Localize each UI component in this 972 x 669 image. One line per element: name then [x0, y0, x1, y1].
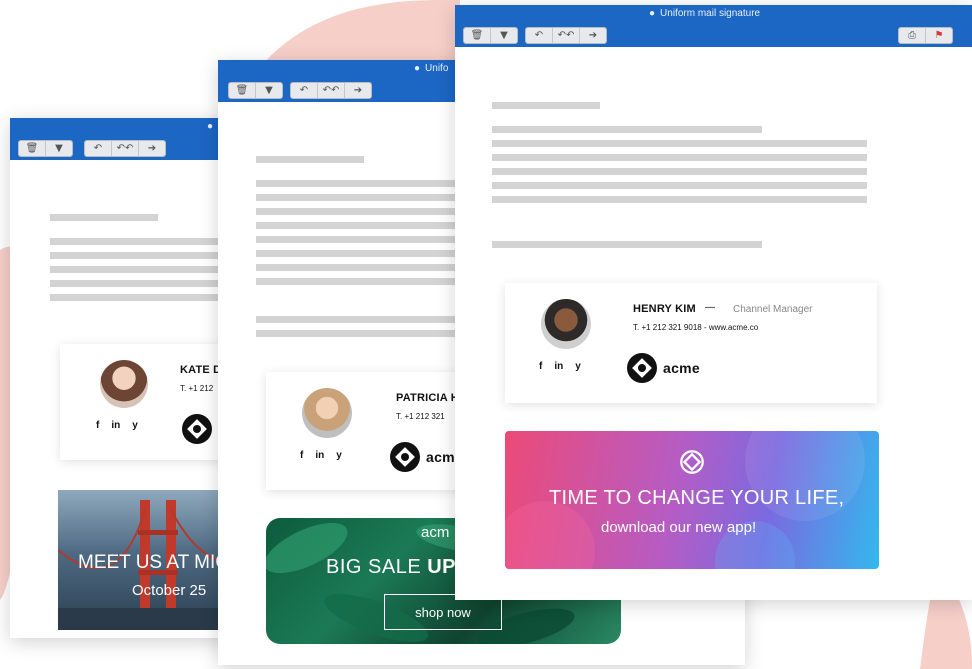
reply-icon[interactable]: ↶ — [291, 83, 318, 98]
window-title: ● Uniform mail signature — [649, 8, 761, 19]
text-placeholder-line — [492, 168, 867, 175]
banner-headline: TIME TO CHANGE YOUR LIFE, — [549, 487, 845, 509]
text-placeholder-line — [256, 180, 456, 187]
signature-name: KATE D — [180, 364, 222, 376]
linkedin-icon[interactable]: in — [111, 420, 120, 431]
acme-logo-icon — [627, 353, 657, 383]
linkedin-icon[interactable]: in — [554, 361, 563, 372]
lock-icon: ● — [649, 8, 656, 19]
social-links: f in y — [96, 420, 138, 431]
text-placeholder-line — [492, 196, 867, 203]
twitter-icon[interactable]: y — [132, 420, 138, 431]
text-placeholder-line — [492, 241, 762, 248]
avatar — [302, 388, 352, 438]
text-placeholder-line — [256, 278, 456, 285]
signature-name: PATRICIA H — [396, 392, 459, 404]
text-placeholder-line — [50, 214, 158, 221]
acme-logo-icon — [182, 414, 212, 444]
signature-phone: T. +1 212 321 9018 - www.acme.co — [633, 323, 759, 332]
email-signature: HENRY KIM — Channel Manager T. +1 212 32… — [505, 283, 877, 403]
toolbar-group-right: ⎙ ⚑ — [898, 27, 953, 44]
text-placeholder-line — [256, 194, 456, 201]
text-placeholder-line — [256, 316, 456, 323]
company-logo — [180, 412, 214, 446]
text-placeholder-line — [256, 264, 456, 271]
thumbs-down-icon[interactable]: ▼ — [46, 141, 72, 156]
banner-subline: October 25 — [132, 582, 207, 599]
toolbar-group-delete: 🗑 ▼ — [18, 140, 73, 157]
facebook-icon[interactable]: f — [300, 450, 303, 461]
lock-icon: ● — [207, 121, 214, 132]
text-placeholder-line — [256, 250, 456, 257]
window-title: ● Unifo — [414, 63, 449, 74]
forward-icon[interactable]: ➔ — [139, 141, 165, 156]
text-placeholder-line — [492, 126, 762, 133]
acme-logo-icon — [390, 442, 420, 472]
toolbar-group-delete: 🗑 ▼ — [228, 82, 283, 99]
flag-icon[interactable]: ⚑ — [926, 28, 952, 43]
toolbar-group-reply: ↶ ↶↶ ➔ — [525, 27, 607, 44]
text-placeholder-line — [492, 140, 867, 147]
thumbs-down-icon[interactable]: ▼ — [491, 28, 517, 43]
banner-headline: MEET US AT MIC — [78, 552, 229, 573]
thumbs-down-icon[interactable]: ▼ — [256, 83, 282, 98]
trash-icon[interactable]: 🗑 — [464, 28, 491, 43]
email-signature: PATRICIA H T. +1 212 321 f in y acm — [266, 372, 466, 490]
toolbar-group-delete: 🗑 ▼ — [463, 27, 518, 44]
text-placeholder-line — [256, 208, 456, 215]
reply-all-icon[interactable]: ↶↶ — [112, 141, 139, 156]
banner-subline: download our new app! — [601, 519, 757, 536]
reply-icon[interactable]: ↶ — [526, 28, 553, 43]
trash-icon[interactable]: 🗑 — [229, 83, 256, 98]
avatar — [541, 299, 591, 349]
social-links: f in y — [300, 450, 342, 461]
signature-phone: T. +1 212 — [180, 384, 214, 393]
text-placeholder-line — [256, 222, 456, 229]
trash-icon[interactable]: 🗑 — [19, 141, 46, 156]
company-logo: acme — [625, 351, 700, 385]
forward-icon[interactable]: ➔ — [580, 28, 606, 43]
facebook-icon[interactable]: f — [539, 361, 542, 372]
text-placeholder-line — [492, 182, 867, 189]
window-title: ● — [207, 121, 213, 132]
reply-all-icon[interactable]: ↶↶ — [318, 83, 345, 98]
logo-text: acm — [426, 449, 455, 465]
linkedin-icon[interactable]: in — [315, 450, 324, 461]
shop-now-label: shop now — [415, 604, 471, 620]
forward-icon[interactable]: ➔ — [345, 83, 371, 98]
toolbar-group-reply: ↶ ↶↶ ➔ — [290, 82, 372, 99]
lock-icon: ● — [414, 63, 421, 74]
toolbar-group-reply: ↶ ↶↶ ➔ — [84, 140, 166, 157]
twitter-icon[interactable]: y — [336, 450, 342, 461]
signature-separator: — — [705, 302, 715, 313]
signature-role: Channel Manager — [733, 304, 813, 315]
text-placeholder-line — [492, 102, 600, 109]
signature-phone: T. +1 212 321 — [396, 412, 445, 421]
company-logo: acm — [388, 440, 455, 474]
text-placeholder-line — [256, 330, 456, 337]
twitter-icon[interactable]: y — [575, 361, 581, 372]
acme-logo-icon — [680, 450, 704, 474]
banner-brand: acm — [421, 524, 450, 541]
social-links: f in y — [539, 361, 581, 372]
text-placeholder-line — [256, 236, 456, 243]
mail-window-front: ● Uniform mail signature 🗑 ▼ ↶ ↶↶ ➔ ⎙ ⚑ … — [455, 5, 972, 600]
signature-name: HENRY KIM — [633, 303, 696, 315]
text-placeholder-line — [256, 156, 364, 163]
text-placeholder-line — [492, 154, 867, 161]
reply-all-icon[interactable]: ↶↶ — [553, 28, 580, 43]
facebook-icon[interactable]: f — [96, 420, 99, 431]
reply-icon[interactable]: ↶ — [85, 141, 112, 156]
banner-headline: BIG SALE UP — [326, 556, 457, 578]
print-icon[interactable]: ⎙ — [899, 28, 926, 43]
avatar — [100, 360, 148, 408]
logo-text: acme — [663, 360, 701, 376]
promo-banner[interactable]: TIME TO CHANGE YOUR LIFE, download our n… — [505, 431, 879, 569]
